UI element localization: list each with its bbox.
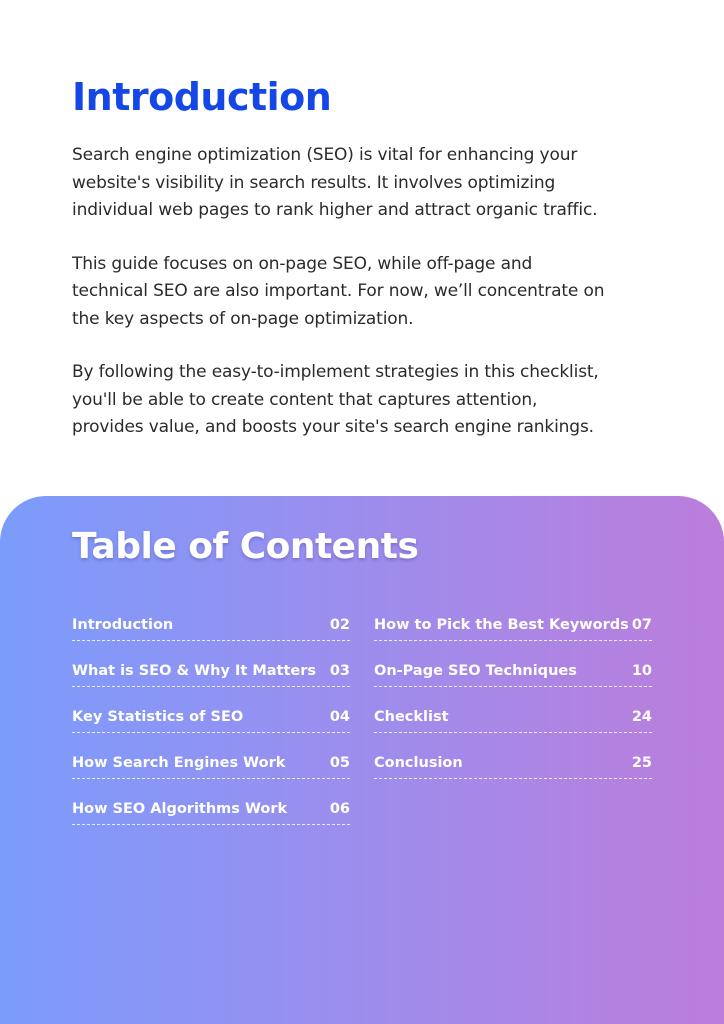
toc-item-page: 24 — [631, 709, 652, 725]
text-line: the key aspects of on-page optimization. — [72, 308, 414, 329]
toc-item-keywords[interactable]: How to Pick the Best Keywords 07 — [374, 613, 652, 659]
intro-paragraph-3: By following the easy-to-implement strat… — [72, 359, 672, 442]
text-line: individual web pages to rank higher and … — [72, 200, 598, 220]
introduction-title: Introduction — [72, 75, 332, 119]
text-line: provides value, and boosts your site's s… — [72, 417, 594, 437]
toc-item-what-is-seo[interactable]: What is SEO & Why It Matters 03 — [72, 659, 350, 705]
text-line: By following the easy-to-implement strat… — [72, 362, 599, 382]
toc-item-label: Introduction — [72, 617, 174, 633]
text-line: you'll be able to create content that ca… — [72, 389, 538, 410]
toc-item-on-page-techniques[interactable]: On-Page SEO Techniques 10 — [374, 659, 652, 705]
introduction-section: Introduction Search engine optimization … — [72, 72, 672, 442]
toc-item-label: Checklist — [374, 709, 449, 725]
toc-item-page: 10 — [631, 663, 652, 679]
toc-item-label: Key Statistics of SEO — [72, 709, 244, 725]
toc-column-left: Introduction 02 What is SEO & Why It Mat… — [72, 613, 350, 843]
toc-column-right: How to Pick the Best Keywords 07 On-Page… — [374, 613, 652, 797]
table-of-contents-panel: Table of Contents Introduction 02 What i… — [0, 496, 724, 1024]
toc-item-seo-algorithms[interactable]: How SEO Algorithms Work 06 — [72, 797, 350, 843]
toc-item-page: 06 — [329, 801, 350, 817]
toc-item-page: 05 — [329, 755, 350, 771]
toc-item-page: 25 — [631, 755, 652, 771]
toc-item-label: How Search Engines Work — [72, 755, 286, 771]
toc-item-page: 02 — [329, 617, 350, 633]
toc-item-checklist[interactable]: Checklist 24 — [374, 705, 652, 751]
toc-item-introduction[interactable]: Introduction 02 — [72, 613, 350, 659]
toc-item-page: 03 — [329, 663, 350, 679]
toc-item-search-engines[interactable]: How Search Engines Work 05 — [72, 751, 350, 797]
intro-paragraph-1: Search engine optimization (SEO) is vita… — [72, 142, 672, 225]
intro-paragraph-2: This guide focuses on on-page SEO, while… — [72, 251, 672, 334]
toc-item-label: How SEO Algorithms Work — [72, 801, 288, 817]
toc-item-page: 04 — [329, 709, 350, 725]
toc-item-label: How to Pick the Best Keywords — [374, 617, 629, 633]
text-line: website's visibility in search results. … — [72, 172, 556, 193]
text-line: This guide focuses on on-page SEO, while… — [72, 253, 533, 274]
toc-title: Table of Contents — [72, 526, 419, 567]
text-line: technical SEO are also important. For no… — [72, 281, 605, 301]
toc-item-page: 07 — [631, 617, 652, 633]
toc-item-key-statistics[interactable]: Key Statistics of SEO 04 — [72, 705, 350, 751]
toc-item-label: Conclusion — [374, 755, 463, 771]
text-line: Search engine optimization (SEO) is vita… — [72, 145, 578, 165]
toc-item-label: On-Page SEO Techniques — [374, 663, 577, 679]
toc-item-label: What is SEO & Why It Matters — [72, 663, 317, 679]
toc-item-conclusion[interactable]: Conclusion 25 — [374, 751, 652, 797]
